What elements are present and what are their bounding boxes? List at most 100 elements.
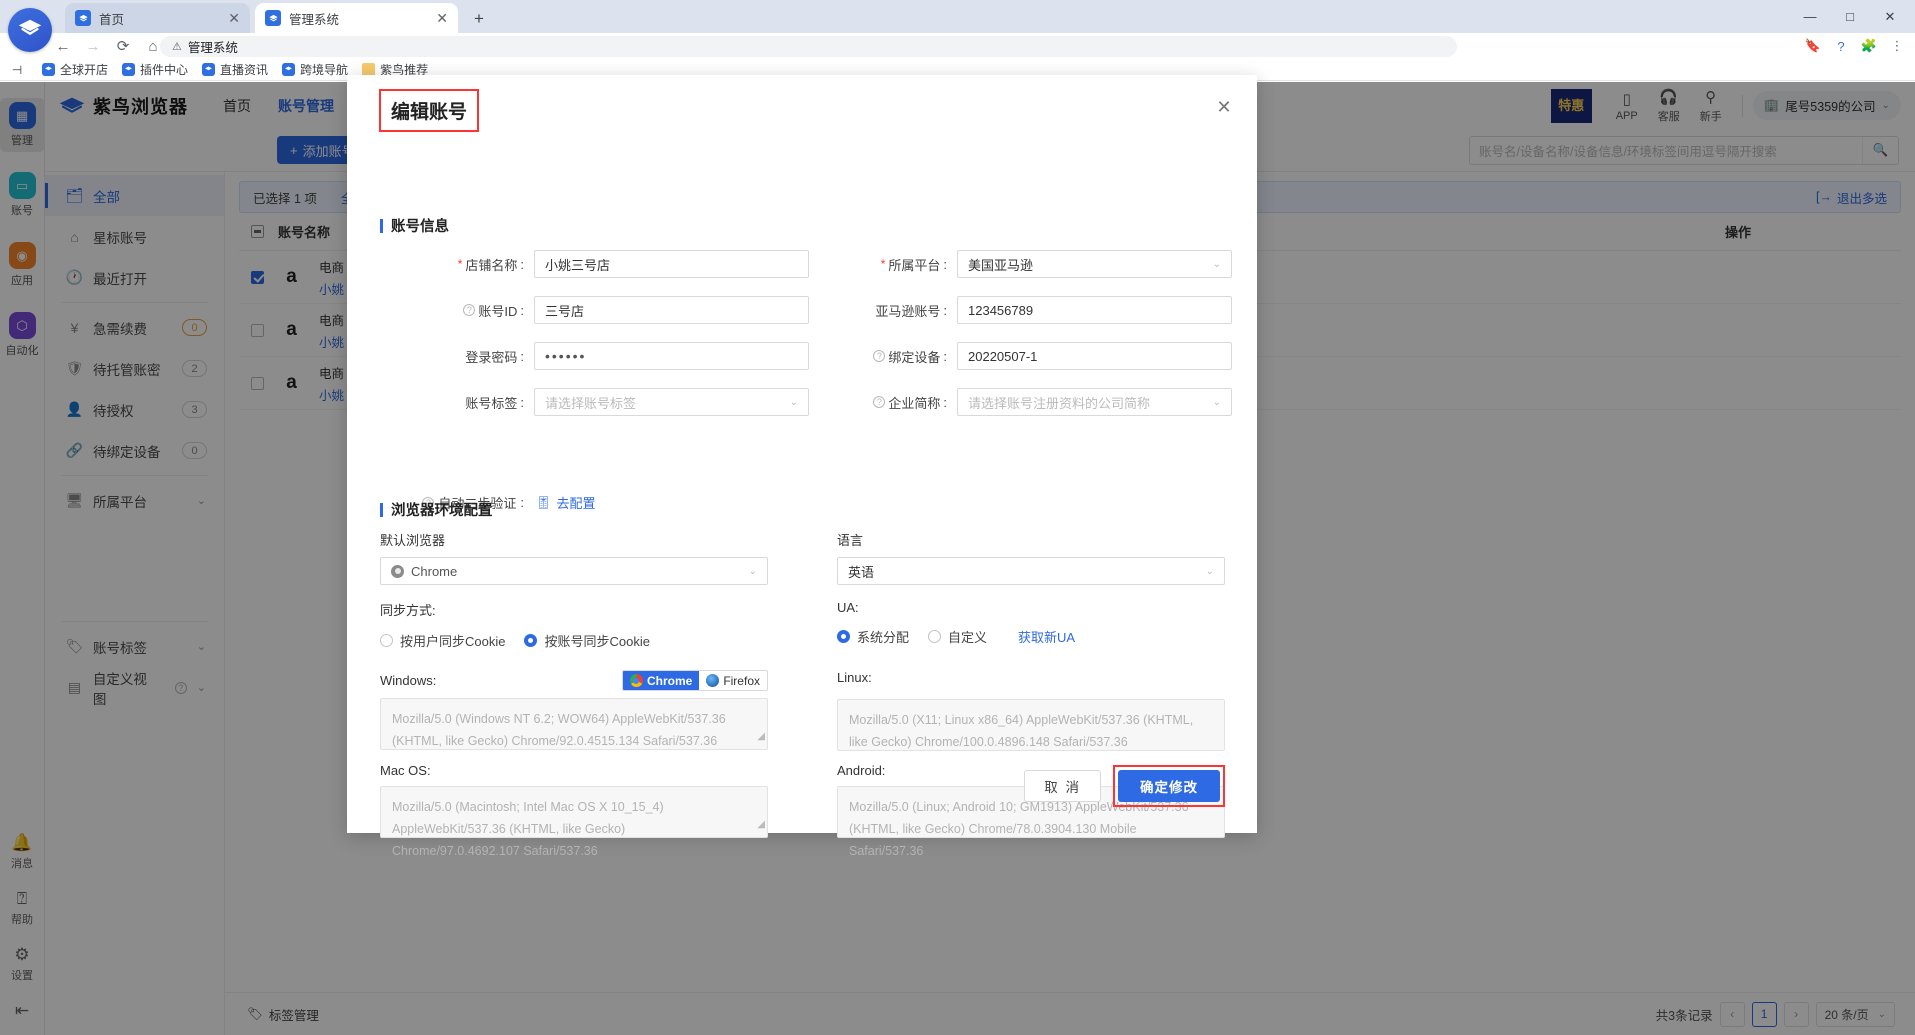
close-icon[interactable]: ✕ — [1213, 96, 1235, 118]
radio-icon — [928, 630, 941, 643]
linux-ua-value: Mozilla/5.0 (X11; Linux x86_64) AppleWeb… — [849, 713, 1193, 749]
bookmark-item[interactable]: 跨境导航 — [282, 61, 348, 78]
field-label: ? 企业简称: — [837, 393, 947, 412]
configure-2fa-link[interactable]: 🎚 去配置 — [535, 493, 596, 512]
sidepanel-icon[interactable]: ⊣ — [6, 61, 28, 79]
reload-icon[interactable]: ⟳ — [108, 33, 138, 59]
field-label: ? 账号ID: — [380, 301, 524, 320]
toggle-chrome[interactable]: Chrome — [623, 671, 699, 690]
label-text: 企业简称 — [888, 393, 940, 412]
bookmark-item[interactable]: 全球开店 — [42, 61, 108, 78]
field-label: * 所属平台: — [837, 255, 947, 274]
label-text: 绑定设备 — [888, 347, 940, 366]
browser-toolbar-icons: 🔖 ? 🧩 ⋮ — [1801, 33, 1909, 59]
bookmark-label: 全球开店 — [60, 61, 108, 78]
dialog-title: 编辑账号 — [379, 89, 479, 132]
radio-icon-selected — [524, 634, 537, 647]
minimize-button[interactable]: — — [1791, 3, 1829, 30]
option-label: 系统分配 — [857, 627, 909, 646]
field-default-browser: 默认浏览器 Chrome ⌄ — [380, 530, 768, 585]
tab-favicon-icon — [265, 10, 281, 26]
windows-ua-textarea[interactable]: Mozilla/5.0 (Windows NT 6.2; WOW64) Appl… — [380, 698, 768, 750]
field-macos-ua: Mac OS: Mozilla/5.0 (Macintosh; Intel Ma… — [380, 763, 768, 838]
chevron-down-icon: ⌄ — [1213, 397, 1221, 408]
tab-favicon-icon — [75, 10, 91, 26]
browser-tab-2[interactable]: 管理系统 ✕ — [255, 3, 458, 33]
field-label: UA: — [837, 600, 1237, 615]
field-label: 亚马逊账号: — [837, 301, 947, 320]
field-label: ? 绑定设备: — [837, 347, 947, 366]
screen: 首页 ✕ 管理系统 ✕ + — □ ✕ ← → ⟳ ⌂ ⚠ 管理系统 🔖 — [0, 0, 1915, 1035]
maximize-button[interactable]: □ — [1831, 3, 1869, 30]
bookmark-item[interactable]: 直播资讯 — [202, 61, 268, 78]
windows-ua-value: Mozilla/5.0 (Windows NT 6.2; WOW64) Appl… — [392, 712, 726, 748]
label-text: 登录密码 — [465, 347, 517, 366]
bound-device-input[interactable]: 20220507-1 — [957, 342, 1232, 370]
help-icon[interactable]: ? — [1829, 34, 1853, 58]
bookmark-icon[interactable]: 🔖 — [1801, 34, 1825, 58]
confirm-button[interactable]: 确定修改 — [1118, 770, 1220, 802]
resize-handle-icon[interactable]: ◢ — [757, 814, 765, 836]
account-tag-select[interactable]: 请选择账号标签 ⌄ — [534, 388, 809, 416]
browser-tabstrip: 首页 ✕ 管理系统 ✕ + — □ ✕ — [0, 0, 1915, 33]
edit-account-dialog: 编辑账号 ✕ 账号信息 * 店铺名称: 小姚三号店 * 所属平台: 美国亚马逊 … — [347, 75, 1257, 833]
chrome-icon — [630, 674, 643, 687]
field-language: 语言 英语 ⌄ — [837, 530, 1225, 585]
cancel-button[interactable]: 取 消 — [1024, 770, 1101, 802]
field-amazon-account: 亚马逊账号: 123456789 — [837, 296, 1232, 324]
field-bound-device: ? 绑定设备: 20220507-1 — [837, 342, 1232, 370]
sync-mode-option-user[interactable]: 按用户同步Cookie — [380, 631, 505, 650]
close-window-button[interactable]: ✕ — [1871, 3, 1909, 30]
address-text: 管理系统 — [188, 37, 238, 56]
new-tab-button[interactable]: + — [468, 8, 490, 30]
shop-name-input[interactable]: 小姚三号店 — [534, 250, 809, 278]
linux-ua-textarea[interactable]: Mozilla/5.0 (X11; Linux x86_64) AppleWeb… — [837, 699, 1225, 751]
bookmark-favicon-icon — [42, 63, 55, 76]
platform-select[interactable]: 美国亚马逊 ⌄ — [957, 250, 1232, 278]
get-new-ua-link[interactable]: 获取新UA — [1018, 627, 1075, 646]
address-bar[interactable]: ⚠ 管理系统 — [160, 36, 1457, 57]
resize-handle-icon[interactable]: ◢ — [757, 726, 765, 748]
toggle-firefox[interactable]: Firefox — [699, 671, 767, 690]
login-password-input[interactable]: •••••• — [534, 342, 809, 370]
windows-browser-toggle: Chrome Firefox — [622, 670, 768, 691]
company-short-select[interactable]: 请选择账号注册资料的公司简称 ⌄ — [957, 388, 1232, 416]
default-browser-select[interactable]: Chrome ⌄ — [380, 557, 768, 585]
help-icon[interactable]: ? — [873, 350, 885, 362]
help-icon[interactable]: ? — [873, 396, 885, 408]
chevron-down-icon: ⌄ — [749, 566, 757, 577]
bookmark-item[interactable]: 插件中心 — [122, 61, 188, 78]
section-browser-config: 浏览器环境配置 — [380, 499, 493, 520]
tab-close-icon[interactable]: ✕ — [436, 11, 448, 25]
browser-tab-1[interactable]: 首页 ✕ — [65, 3, 250, 33]
macos-ua-textarea[interactable]: Mozilla/5.0 (Macintosh; Intel Mac OS X 1… — [380, 786, 768, 838]
field-login-password: 登录密码: •••••• — [380, 342, 809, 370]
tab-close-icon[interactable]: ✕ — [228, 11, 240, 25]
ua-option-system[interactable]: 系统分配 — [837, 627, 909, 646]
bookmark-label: 直播资讯 — [220, 61, 268, 78]
field-label: Windows: — [380, 673, 436, 688]
help-icon[interactable]: ? — [463, 304, 475, 316]
extensions-icon[interactable]: 🧩 — [1857, 34, 1881, 58]
confirm-button-highlight: 确定修改 — [1113, 765, 1225, 807]
field-shop-name: * 店铺名称: 小姚三号店 — [380, 250, 809, 278]
field-label: 同步方式: — [380, 600, 768, 619]
sliders-icon: 🎚 — [535, 495, 552, 511]
required-marker: * — [881, 258, 886, 270]
amazon-account-input[interactable]: 123456789 — [957, 296, 1232, 324]
account-id-input[interactable]: 三号店 — [534, 296, 809, 324]
ua-option-custom[interactable]: 自定义 — [928, 627, 987, 646]
menu-icon[interactable]: ⋮ — [1885, 34, 1909, 58]
forward-icon[interactable]: → — [78, 33, 108, 59]
back-icon[interactable]: ← — [48, 33, 78, 59]
radio-icon — [380, 634, 393, 647]
label-text: 店铺名称 — [465, 255, 517, 274]
sync-mode-option-account[interactable]: 按账号同步Cookie — [524, 631, 649, 650]
firefox-icon — [706, 674, 719, 687]
language-select[interactable]: 英语 ⌄ — [837, 557, 1225, 585]
tab-title: 首页 — [99, 9, 220, 28]
window-controls: — □ ✕ — [1791, 3, 1909, 30]
chevron-down-icon: ⌄ — [1206, 566, 1214, 577]
security-warning-icon: ⚠ — [172, 40, 182, 53]
field-platform: * 所属平台: 美国亚马逊 ⌄ — [837, 250, 1232, 278]
